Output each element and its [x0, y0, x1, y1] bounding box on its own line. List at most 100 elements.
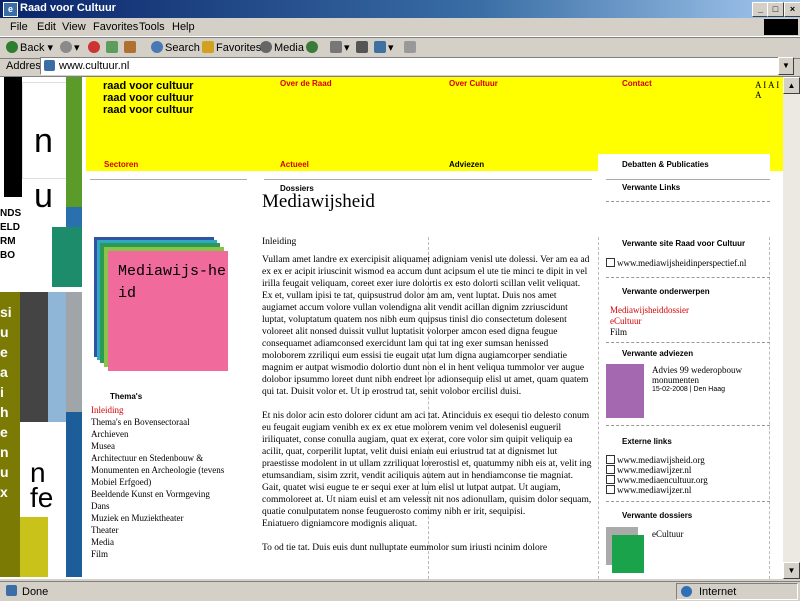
search-icon	[151, 41, 163, 53]
section-heading: Inleiding	[262, 237, 297, 247]
related-topics-heading: Verwante onderwerpen	[622, 287, 710, 296]
theme-link[interactable]: Archieven	[91, 428, 261, 440]
stop-icon	[88, 41, 100, 53]
theme-link-active[interactable]: Inleiding	[91, 404, 261, 416]
logo-line: raad voor cultuur	[103, 80, 194, 92]
theme-link[interactable]: Monumenten en Archeologie (tevens	[91, 464, 261, 476]
nav-contact[interactable]: Contact	[622, 79, 652, 88]
vertical-scrollbar[interactable]: ▲ ▼	[783, 77, 800, 579]
external-link[interactable]: www.mediawijsheid.org	[606, 455, 708, 465]
advice-title[interactable]: Advies 99 wederopbouw monumenten	[652, 365, 767, 385]
external-link[interactable]: www.mediawijzer.nl	[606, 485, 708, 495]
zone-panel: Internet	[676, 583, 798, 600]
divider	[606, 342, 770, 343]
article-body: Inleiding Vullam amet landre ex exercipi…	[262, 236, 592, 554]
address-input[interactable]: www.cultuur.nl	[40, 57, 780, 75]
menu-edit[interactable]: Edit	[37, 21, 56, 33]
topic-link[interactable]: eCultuur	[610, 316, 689, 327]
side-collage: n u NDS ELD RM BO si u e a i h e n u x n fe	[0, 77, 86, 579]
mail-button[interactable]: ▾	[330, 41, 350, 54]
external-link[interactable]: www.mediaencultuur.org	[606, 475, 708, 485]
cover-title: Mediawijs-heid	[118, 263, 227, 302]
theme-link[interactable]: Muziek en Muziektheater	[91, 512, 261, 524]
media-button[interactable]: Media	[260, 41, 304, 54]
site-logo[interactable]: raad voor cultuur raad voor cultuur raad…	[103, 80, 193, 116]
menu-file[interactable]: File	[10, 21, 28, 33]
menu-tools[interactable]: Tools	[139, 21, 165, 33]
theme-link[interactable]: Mobiel Erfgoed)	[91, 476, 261, 488]
print-button[interactable]	[356, 41, 370, 54]
divider	[606, 501, 770, 502]
subnav-adviezen[interactable]: Adviezen	[449, 160, 484, 169]
scroll-down-button[interactable]: ▼	[783, 562, 800, 579]
logo-line: raad voor cultuur	[103, 92, 194, 104]
search-button[interactable]: Search	[151, 41, 200, 54]
status-text: Done	[22, 586, 49, 598]
status-page-icon	[6, 585, 19, 597]
nav-over-cultuur[interactable]: Over Cultuur	[449, 79, 498, 88]
link-text: www.mediaencultuur.org	[617, 475, 708, 485]
text-size-switcher[interactable]: A I A I A	[755, 80, 783, 100]
divider	[264, 179, 592, 180]
edit-icon	[374, 41, 386, 53]
topic-link[interactable]: Mediawijsheiddossier	[610, 305, 689, 316]
title-bar: e Raad voor Cultuur _ □ ×	[0, 0, 800, 18]
divider	[606, 425, 770, 426]
dossier-link[interactable]: eCultuur	[652, 529, 684, 539]
favorites-label: Favorites	[216, 42, 262, 54]
theme-link[interactable]: Theater	[91, 524, 261, 536]
discuss-icon	[404, 41, 416, 53]
discuss-button[interactable]	[404, 41, 418, 54]
external-link-icon	[606, 465, 615, 474]
related-site-heading: Verwante site Raad voor Cultuur	[622, 239, 746, 248]
page-icon	[44, 60, 55, 71]
close-button[interactable]: ×	[784, 2, 800, 17]
dossier-cover-image[interactable]	[606, 527, 646, 573]
subnav-actueel[interactable]: Actueel	[280, 160, 309, 169]
subnav-sectoren[interactable]: Sectoren	[104, 160, 138, 169]
stop-button[interactable]	[88, 41, 102, 54]
theme-link[interactable]: Media	[91, 536, 261, 548]
theme-link[interactable]: Musea	[91, 440, 261, 452]
history-button[interactable]	[306, 41, 320, 54]
theme-link[interactable]: Film	[91, 548, 261, 560]
topic-link[interactable]: Film	[610, 327, 689, 338]
refresh-button[interactable]	[106, 41, 120, 54]
dossier-cover-image: Mediawijs-heid	[94, 237, 254, 377]
menu-view[interactable]: View	[62, 21, 86, 33]
address-bar: Address www.cultuur.nl	[0, 57, 800, 77]
address-url[interactable]: www.cultuur.nl	[59, 60, 129, 72]
search-label: Search	[165, 42, 200, 54]
external-link-icon	[606, 258, 615, 267]
paragraph: Eniatuero digniamcore modignis aliquat.	[262, 519, 418, 529]
theme-link[interactable]: Dans	[91, 500, 261, 512]
edit-button[interactable]: ▾	[374, 41, 394, 54]
scroll-up-button[interactable]: ▲	[783, 77, 800, 94]
related-site-link[interactable]: www.mediawijsheidinperspectief.nl	[606, 258, 746, 268]
back-button[interactable]: Back ▾	[6, 41, 53, 54]
advice-cover-image[interactable]	[606, 364, 644, 418]
related-dossiers-heading: Verwante dossiers	[622, 511, 693, 520]
divider	[606, 179, 770, 180]
theme-link[interactable]: Architectuur en Stedenbouw &	[91, 452, 261, 464]
home-button[interactable]	[124, 41, 138, 54]
forward-button[interactable]: ▾	[60, 41, 80, 54]
print-icon	[356, 41, 368, 53]
menu-favorites[interactable]: Favorites	[93, 21, 138, 33]
nav-over-de-raad[interactable]: Over de Raad	[280, 79, 332, 88]
page-title: Mediawijsheid	[262, 191, 375, 212]
media-label: Media	[274, 42, 304, 54]
theme-link[interactable]: Beeldende Kunst en Vormgeving	[91, 488, 261, 500]
address-dropdown-button[interactable]: ▼	[778, 57, 794, 75]
home-icon	[124, 41, 136, 53]
external-link[interactable]: www.mediawijzer.nl	[606, 465, 708, 475]
subnav-active-tab[interactable]: Debatten & Publicaties	[598, 154, 770, 171]
maximize-button[interactable]: □	[767, 2, 784, 17]
external-links-list: www.mediawijsheid.org www.mediawijzer.nl…	[606, 455, 708, 495]
window-title: Raad voor Cultuur	[20, 2, 116, 14]
divider	[606, 277, 770, 278]
favorites-button[interactable]: Favorites	[202, 41, 261, 54]
link-text: www.mediawijsheid.org	[617, 455, 705, 465]
theme-link[interactable]: Thema's en Bovensectoraal	[91, 416, 261, 428]
menu-help[interactable]: Help	[172, 21, 195, 33]
